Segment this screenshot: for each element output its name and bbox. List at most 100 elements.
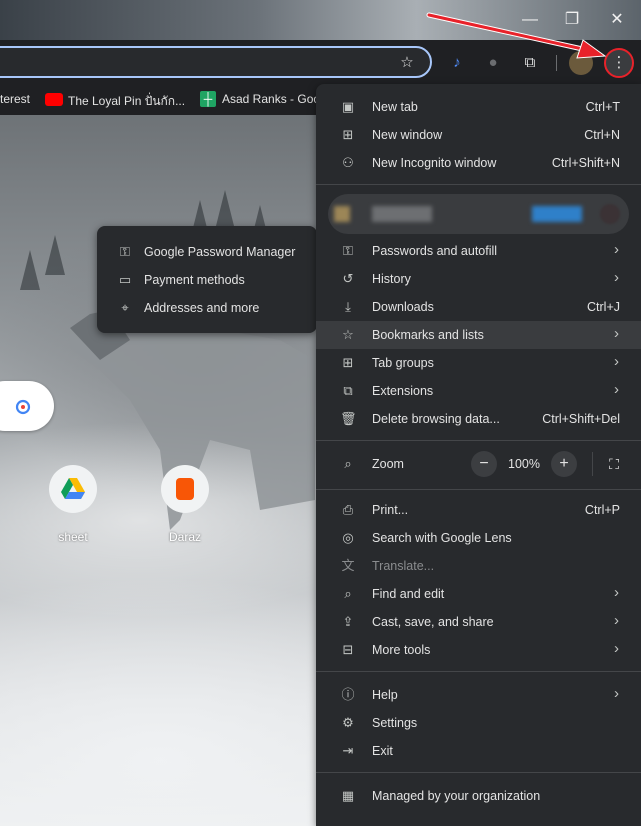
menu-item-new-tab[interactable]: ▣ New tab Ctrl+T — [316, 93, 641, 121]
menu-item-label: More tools — [372, 643, 431, 657]
gear-icon: ⚙ — [342, 715, 354, 730]
key-icon: ⚿ — [120, 244, 130, 259]
menu-item-label: Settings — [372, 716, 418, 730]
menu-item-label: Print... — [372, 503, 409, 517]
chevron-right-icon: › — [614, 685, 619, 702]
menu-item-label: Search with Google Lens — [372, 531, 512, 545]
menu-item-label: Help — [372, 688, 398, 702]
menu-item-label: Delete browsing data... — [372, 412, 500, 426]
menu-item-shortcut: Ctrl+N — [584, 128, 620, 142]
menu-item-label: New tab — [372, 100, 418, 114]
menu-item-cast-save[interactable]: ⇪ Cast, save, and share › — [316, 608, 641, 636]
lens-search-button[interactable] — [0, 381, 54, 431]
menu-separator — [316, 671, 641, 672]
menu-item-help[interactable]: ⓘ Help › — [316, 681, 641, 709]
menu-item-new-window[interactable]: ⊞ New window Ctrl+N — [316, 121, 641, 149]
menu-item-delete-data[interactable]: 🗑︎ Delete browsing data... Ctrl+Shift+De… — [316, 405, 641, 433]
chevron-right-icon: › — [614, 241, 619, 258]
menu-item-shortcut: Ctrl+J — [587, 300, 620, 314]
tree-shape — [20, 250, 40, 290]
chevron-right-icon: › — [614, 584, 619, 601]
address-bar[interactable] — [0, 46, 432, 78]
menu-item-more-tools[interactable]: ⊟ More tools › — [316, 636, 641, 664]
menu-item-label: Find and edit — [372, 587, 445, 601]
menu-item-label: Exit — [372, 744, 393, 758]
menu-item-label: Managed by your organization — [372, 789, 541, 803]
menu-item-google-lens[interactable]: ◎ Search with Google Lens — [316, 524, 641, 552]
help-icon: ⓘ — [341, 687, 355, 702]
chrome-main-menu: ▣ New tab Ctrl+T ⊞ New window Ctrl+N ⚇ N… — [316, 84, 641, 826]
bookmark-item[interactable]: terest — [0, 92, 30, 108]
trash-icon: 🗑︎ — [340, 411, 357, 426]
menu-item-label: Passwords and autofill — [372, 244, 498, 258]
bookmark-item[interactable]: Asad Ranks - Goo — [222, 92, 320, 108]
daraz-icon — [176, 478, 194, 500]
zoom-level: 100% — [508, 457, 540, 471]
shortcut-tile[interactable] — [161, 465, 209, 513]
tab-groups-icon: ⊞ — [342, 355, 354, 370]
google-lens-icon: ◎ — [342, 530, 354, 545]
menu-item-settings[interactable]: ⚙ Settings — [316, 709, 641, 737]
shortcut-tile[interactable] — [49, 465, 97, 513]
toolbox-icon: ⊟ — [342, 642, 354, 657]
profile-status-blurred — [532, 206, 582, 222]
submenu-item-addresses[interactable]: ⌖ Addresses and more — [97, 294, 317, 322]
profile-badge-blurred — [600, 204, 620, 224]
menu-item-downloads[interactable]: ⤓ Downloads Ctrl+J — [316, 293, 641, 321]
menu-item-translate: 文 Translate... — [316, 552, 641, 580]
youtube-icon — [45, 93, 63, 106]
annotation-arrow — [426, 12, 607, 59]
download-icon: ⤓ — [345, 299, 351, 314]
zoom-divider — [592, 452, 593, 476]
menu-item-label: Bookmarks and lists — [372, 328, 484, 342]
credit-card-icon: ▭ — [118, 272, 132, 287]
menu-separator — [316, 772, 641, 773]
menu-item-label: Zoom — [372, 457, 404, 471]
tree-shape — [45, 235, 65, 275]
fullscreen-button[interactable]: ⛶ — [601, 451, 627, 477]
submenu-item-payment[interactable]: ▭ Payment methods — [97, 266, 317, 294]
menu-item-bookmarks[interactable]: ☆ Bookmarks and lists › — [316, 321, 641, 349]
incognito-icon: ⚇ — [342, 155, 354, 170]
zoom-in-button[interactable]: + — [551, 451, 577, 477]
menu-item-managed[interactable]: ▦ Managed by your organization — [316, 782, 641, 810]
printer-icon: ⎙ — [342, 502, 354, 517]
menu-item-exit[interactable]: ⇥ Exit — [316, 737, 641, 765]
google-lens-icon — [15, 399, 31, 415]
menu-separator — [316, 440, 641, 441]
chevron-right-icon: › — [614, 612, 619, 629]
exit-icon: ⇥ — [342, 743, 354, 758]
sheets-icon: ┼ — [200, 91, 216, 107]
menu-item-label: Downloads — [372, 300, 434, 314]
submenu-item-password-manager[interactable]: ⚿ Google Password Manager — [97, 238, 317, 266]
bookmark-star-icon[interactable]: ☆ — [394, 50, 420, 76]
menu-item-passwords[interactable]: ⚿ Passwords and autofill › — [316, 237, 641, 265]
zoom-out-button[interactable]: − — [471, 451, 497, 477]
menu-item-shortcut: Ctrl+Shift+N — [551, 156, 620, 170]
google-drive-icon — [61, 478, 85, 499]
submenu-item-label: Addresses and more — [144, 301, 260, 315]
menu-item-label: New Incognito window — [372, 156, 497, 170]
menu-item-label: Extensions — [372, 384, 434, 398]
profile-row[interactable] — [328, 194, 629, 234]
menu-item-label: Translate... — [372, 559, 435, 573]
menu-item-new-incognito[interactable]: ⚇ New Incognito window Ctrl+Shift+N — [316, 149, 641, 177]
menu-item-tab-groups[interactable]: ⊞ Tab groups › — [316, 349, 641, 377]
shortcut-label: sheet — [58, 530, 88, 544]
bookmark-item[interactable]: The Loyal Pin ปั่นกัก... — [68, 92, 185, 108]
tree-shape — [215, 190, 235, 230]
menu-item-find-edit[interactable]: ⌕ Find and edit › — [316, 580, 641, 608]
new-tab-icon: ▣ — [341, 99, 355, 114]
find-page-icon: ⌕ — [344, 586, 352, 601]
menu-item-shortcut: Ctrl+P — [584, 503, 620, 517]
menu-item-label: Cast, save, and share — [372, 615, 494, 629]
new-window-icon: ⊞ — [342, 127, 354, 142]
history-icon: ↺ — [342, 271, 354, 286]
chevron-right-icon: › — [614, 353, 619, 370]
profile-name-blurred — [372, 206, 432, 222]
chevron-right-icon: › — [614, 640, 619, 657]
menu-item-print[interactable]: ⎙ Print... Ctrl+P — [316, 496, 641, 524]
menu-item-history[interactable]: ↺ History › — [316, 265, 641, 293]
menu-item-shortcut: Ctrl+T — [585, 100, 620, 114]
menu-item-extensions[interactable]: ⧉ Extensions › — [316, 377, 641, 405]
